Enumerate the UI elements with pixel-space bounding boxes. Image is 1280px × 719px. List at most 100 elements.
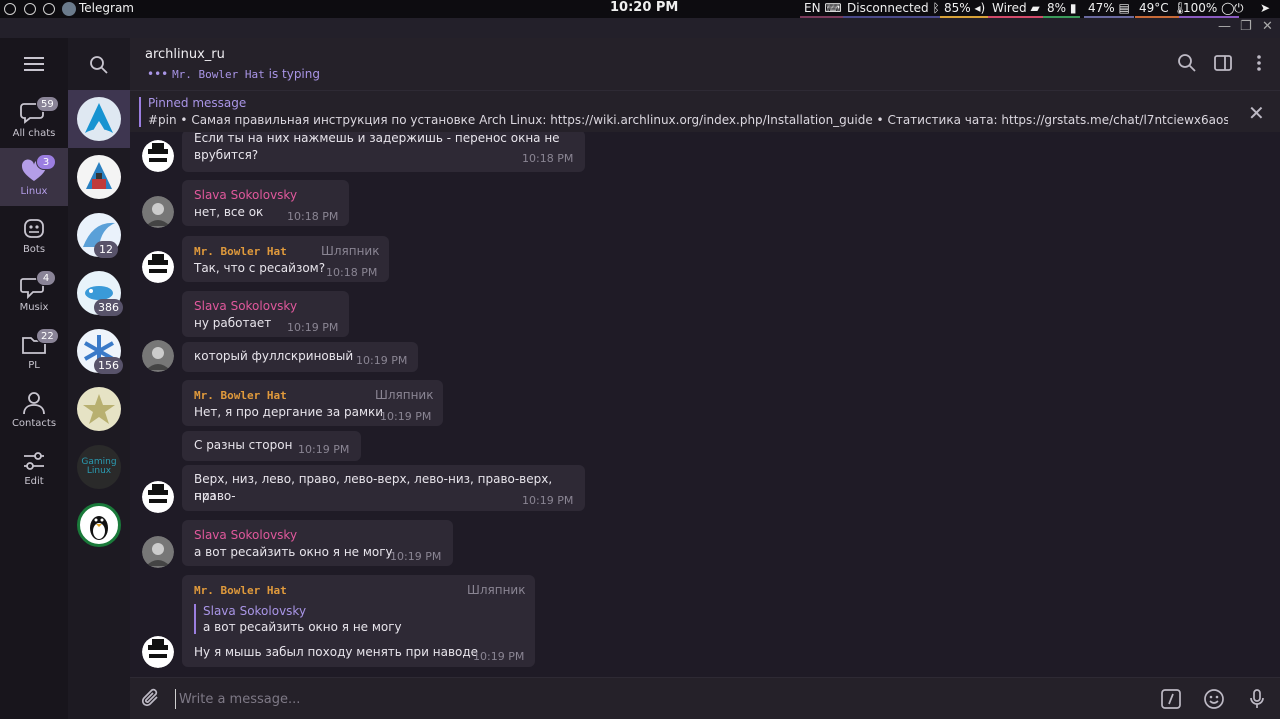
folder-pl[interactable]: 22 PL: [0, 322, 68, 380]
folder-label: Linux: [20, 186, 48, 197]
message-bubble[interactable]: С разны сторон 10:19 PM: [182, 431, 361, 461]
message-bubble[interactable]: Mr. Bowler Hat Шляпник Нет, я про дерган…: [182, 380, 443, 426]
message-time: 10:19 PM: [298, 443, 350, 456]
menu-icon[interactable]: [24, 56, 44, 72]
message-bubble[interactable]: Slava Sokolovsky нет, все ок 10:18 PM: [182, 180, 349, 226]
maximize-icon[interactable]: ❐: [1240, 19, 1252, 34]
message-bubble[interactable]: Если ты на них нажмешь и задержишь - пер…: [182, 132, 585, 172]
message-author[interactable]: Slava Sokolovsky: [194, 528, 297, 542]
message-text: врубится?: [194, 148, 259, 162]
folder-linux[interactable]: 3 Linux: [0, 148, 68, 206]
message-list[interactable]: Если ты на них нажмешь и задержишь - пер…: [130, 132, 1280, 677]
user-avatar-slava[interactable]: [142, 536, 174, 568]
close-window-icon[interactable]: ✕: [1262, 19, 1273, 34]
reply-quote[interactable]: Slava Sokolovsky а вот ресайзить окно я …: [194, 604, 402, 634]
user-avatar-bowler[interactable]: [142, 251, 174, 283]
cpu-usage[interactable]: 8% ▮: [1043, 1, 1081, 18]
chat-archlinux-ru[interactable]: [68, 90, 130, 148]
folder-label: All chats: [12, 128, 56, 139]
message-input[interactable]: [175, 689, 1075, 709]
user-avatar-slava[interactable]: [142, 196, 174, 228]
system-bar: Telegram 10:20 PM EN ⌨ Disconnected ᛒ 85…: [0, 0, 1280, 18]
folder-label: Edit: [24, 476, 44, 487]
message-bubble[interactable]: Slava Sokolovsky а вот ресайзить окно я …: [182, 520, 453, 566]
message-author[interactable]: Slava Sokolovsky: [194, 188, 297, 202]
chat-item[interactable]: 12: [68, 206, 130, 264]
chat-item[interactable]: 156: [68, 322, 130, 380]
power-icon[interactable]: ⏻: [1230, 1, 1248, 18]
person-icon: [20, 390, 48, 416]
user-rank: Шляпник: [375, 388, 434, 402]
message-bubble[interactable]: Slava Sokolovsky ну работает 10:19 PM: [182, 291, 349, 337]
telegram-tray-icon[interactable]: ➤: [1256, 1, 1274, 18]
message-time: 10:18 PM: [326, 266, 378, 279]
more-vertical-icon[interactable]: [1248, 52, 1270, 74]
folder-contacts[interactable]: Contacts: [0, 380, 68, 438]
search-icon[interactable]: [1176, 52, 1198, 74]
folder-edit[interactable]: Edit: [0, 438, 68, 496]
message-bubble[interactable]: Mr. Bowler Hat Шляпник Так, что с ресайз…: [182, 236, 389, 282]
clock[interactable]: 10:20 PM: [610, 0, 678, 15]
user-avatar-bowler[interactable]: [142, 481, 174, 513]
search-icon[interactable]: [89, 55, 109, 75]
window-circle-icon[interactable]: [24, 3, 36, 15]
active-app-title: Telegram: [79, 1, 134, 15]
message-text: Ну я мышь забыл походу менять при наводе: [194, 645, 479, 659]
wired-status[interactable]: Wired ▰: [988, 1, 1044, 18]
attach-icon[interactable]: [140, 688, 162, 710]
message-time: 10:18 PM: [522, 152, 574, 165]
chat-item[interactable]: [68, 380, 130, 438]
bot-commands-icon[interactable]: [1160, 688, 1182, 710]
folder-bots[interactable]: Bots: [0, 206, 68, 264]
typing-indicator: ••• Mr. Bowler Hat is typing: [147, 67, 320, 81]
message-author[interactable]: Mr. Bowler Hat: [194, 389, 287, 402]
pinned-message[interactable]: Pinned message #pin • Самая правильная и…: [130, 90, 1280, 132]
bt-battery[interactable]: 85% ◂): [940, 1, 990, 18]
unread-badge: 12: [94, 241, 118, 258]
microphone-icon[interactable]: [1246, 688, 1268, 710]
close-icon[interactable]: ✕: [1248, 101, 1265, 125]
chat-item[interactable]: [68, 148, 130, 206]
message-bubble[interactable]: Верх, низ, лево, право, лево-верх, лево-…: [182, 465, 585, 511]
message-text: а вот ресайзить окно я не могу: [194, 545, 393, 559]
folder-badge: 4: [36, 270, 56, 286]
message-author[interactable]: Slava Sokolovsky: [194, 299, 297, 313]
emoji-icon[interactable]: [1203, 688, 1225, 710]
user-avatar-bowler[interactable]: [142, 140, 174, 172]
message-bubble[interactable]: который фуллскриновый 10:19 PM: [182, 342, 418, 372]
message-author[interactable]: Mr. Bowler Hat: [194, 584, 287, 597]
minimize-icon[interactable]: —: [1218, 19, 1231, 34]
folder-label: Contacts: [11, 418, 57, 429]
user-avatar-slava[interactable]: [142, 340, 174, 372]
message-time: 10:19 PM: [522, 494, 574, 507]
network-status[interactable]: Disconnected ᛒ: [843, 1, 944, 18]
window-circle-icon[interactable]: [4, 3, 16, 15]
chat-item[interactable]: 386: [68, 264, 130, 322]
chat-item[interactable]: Gaming Linux: [68, 438, 130, 496]
typing-user-name: Mr. Bowler Hat: [172, 68, 265, 81]
chat-avatar: [77, 387, 121, 431]
folder-all-chats[interactable]: 59 All chats: [0, 90, 68, 148]
unread-badge: 386: [94, 299, 123, 316]
folder-musix[interactable]: 4 Musix: [0, 264, 68, 322]
quote-author: Slava Sokolovsky: [203, 604, 307, 618]
memory-usage[interactable]: 47% ▤: [1084, 1, 1134, 18]
window-titlebar: — ❐ ✕: [0, 18, 1280, 38]
window-circle-icon[interactable]: [43, 3, 55, 15]
chat-item[interactable]: [68, 496, 130, 554]
message-author[interactable]: Mr. Bowler Hat: [194, 245, 287, 258]
message-text: низ: [194, 489, 217, 503]
message-bubble[interactable]: Mr. Bowler Hat Шляпник Slava Sokolovsky …: [182, 575, 535, 667]
folder-badge: 22: [36, 328, 59, 344]
pinned-text: #pin • Самая правильная инструкция по ус…: [148, 113, 1228, 127]
folders-sidebar: 59 All chats 3 Linux Bots 4 Musix 22 PL …: [0, 38, 68, 719]
cpu-icon: ▮: [1069, 1, 1077, 15]
sidebar-toggle-icon[interactable]: [1212, 52, 1234, 74]
chat-title[interactable]: archlinux_ru: [145, 47, 225, 62]
message-time: 10:19 PM: [287, 321, 339, 334]
chat-avatar: [77, 503, 121, 547]
keyboard-layout[interactable]: EN ⌨: [800, 1, 846, 18]
folder-badge: 59: [36, 96, 59, 112]
bluetooth-icon: ᛒ: [932, 1, 940, 15]
user-avatar-bowler[interactable]: [142, 636, 174, 668]
